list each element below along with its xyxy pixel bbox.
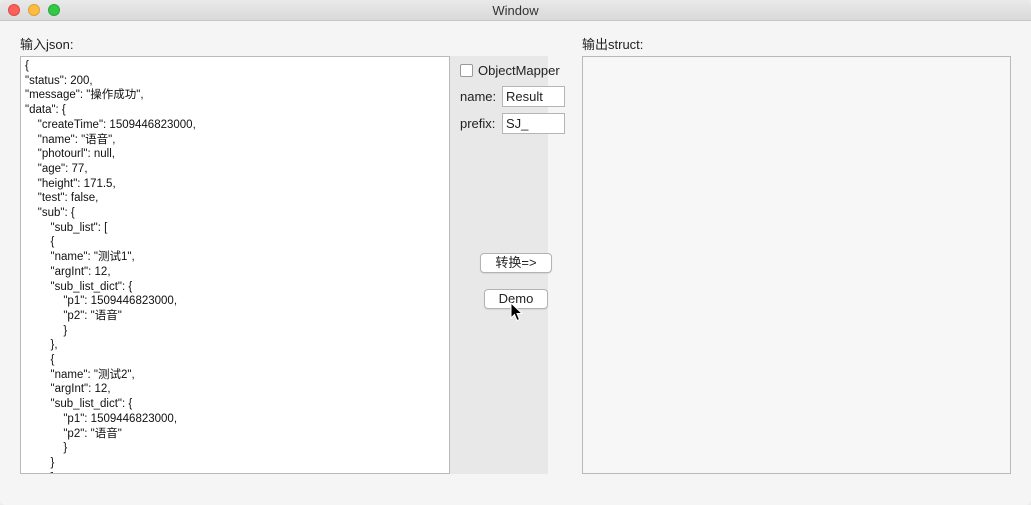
json-line: "height": 171.5,: [25, 177, 116, 190]
json-line: "sub_list": [: [25, 221, 108, 234]
json-line: "p2": "语音": [25, 309, 122, 322]
name-label: name:: [460, 89, 497, 104]
convert-button[interactable]: 转换=>: [480, 253, 552, 273]
json-line: {: [25, 236, 55, 249]
json-line: "name": "语音",: [25, 133, 116, 146]
json-input-textarea[interactable]: { "status": 200, "message": "操作成功", "data":…: [20, 56, 450, 474]
json-line: "argInt": 12,: [25, 265, 111, 278]
json-line: "createTime": 1509446823000,: [25, 118, 196, 131]
json-line: "sub_list_dict": {: [25, 280, 133, 293]
json-line: "sub": {: [25, 207, 75, 220]
json-line: "status": 200,: [25, 74, 93, 87]
name-input[interactable]: [502, 86, 565, 107]
json-line: "age": 77,: [25, 162, 88, 175]
prefix-input[interactable]: [502, 113, 565, 134]
json-line: "photourl": null,: [25, 148, 115, 161]
json-line: "p1": 1509446823000,: [25, 295, 178, 308]
json-line: ]: [25, 471, 445, 473]
json-line: "message": "操作成功",: [25, 89, 144, 102]
json-line: }: [25, 324, 68, 337]
object-mapper-label: ObjectMapper: [478, 63, 560, 78]
json-line: "argInt": 12,: [25, 383, 111, 396]
output-struct-label: 输出struct:: [582, 37, 644, 52]
name-field-row: name:: [460, 86, 565, 107]
json-line: "sub_list_dict": {: [25, 398, 133, 411]
json-line: "test": false,: [25, 192, 99, 205]
json-line: "data": {: [25, 104, 66, 117]
object-mapper-checkbox[interactable]: [460, 64, 473, 77]
json-line: {: [25, 354, 55, 367]
json-line: "p2": "语音": [25, 427, 122, 440]
app-window: Window 输入json: 输出struct: { "status": 200,…: [0, 0, 1031, 505]
json-line: }: [25, 442, 68, 455]
json-line: }: [25, 456, 55, 469]
json-line: "name": "测试1",: [25, 251, 135, 264]
json-line: },: [25, 339, 58, 352]
json-line: {: [25, 60, 29, 72]
object-mapper-option[interactable]: ObjectMapper: [460, 63, 560, 78]
prefix-field-row: prefix:: [460, 113, 565, 134]
input-json-label: 输入json:: [20, 37, 74, 52]
json-line: "p1": 1509446823000,: [25, 412, 178, 425]
mouse-pointer-icon: [510, 302, 524, 322]
struct-output-textarea[interactable]: [582, 56, 1011, 474]
window-title: Window: [492, 3, 539, 18]
json-line: "name": "测试2",: [25, 368, 135, 381]
title-bar[interactable]: Window: [0, 0, 1031, 21]
prefix-label: prefix:: [460, 116, 496, 131]
